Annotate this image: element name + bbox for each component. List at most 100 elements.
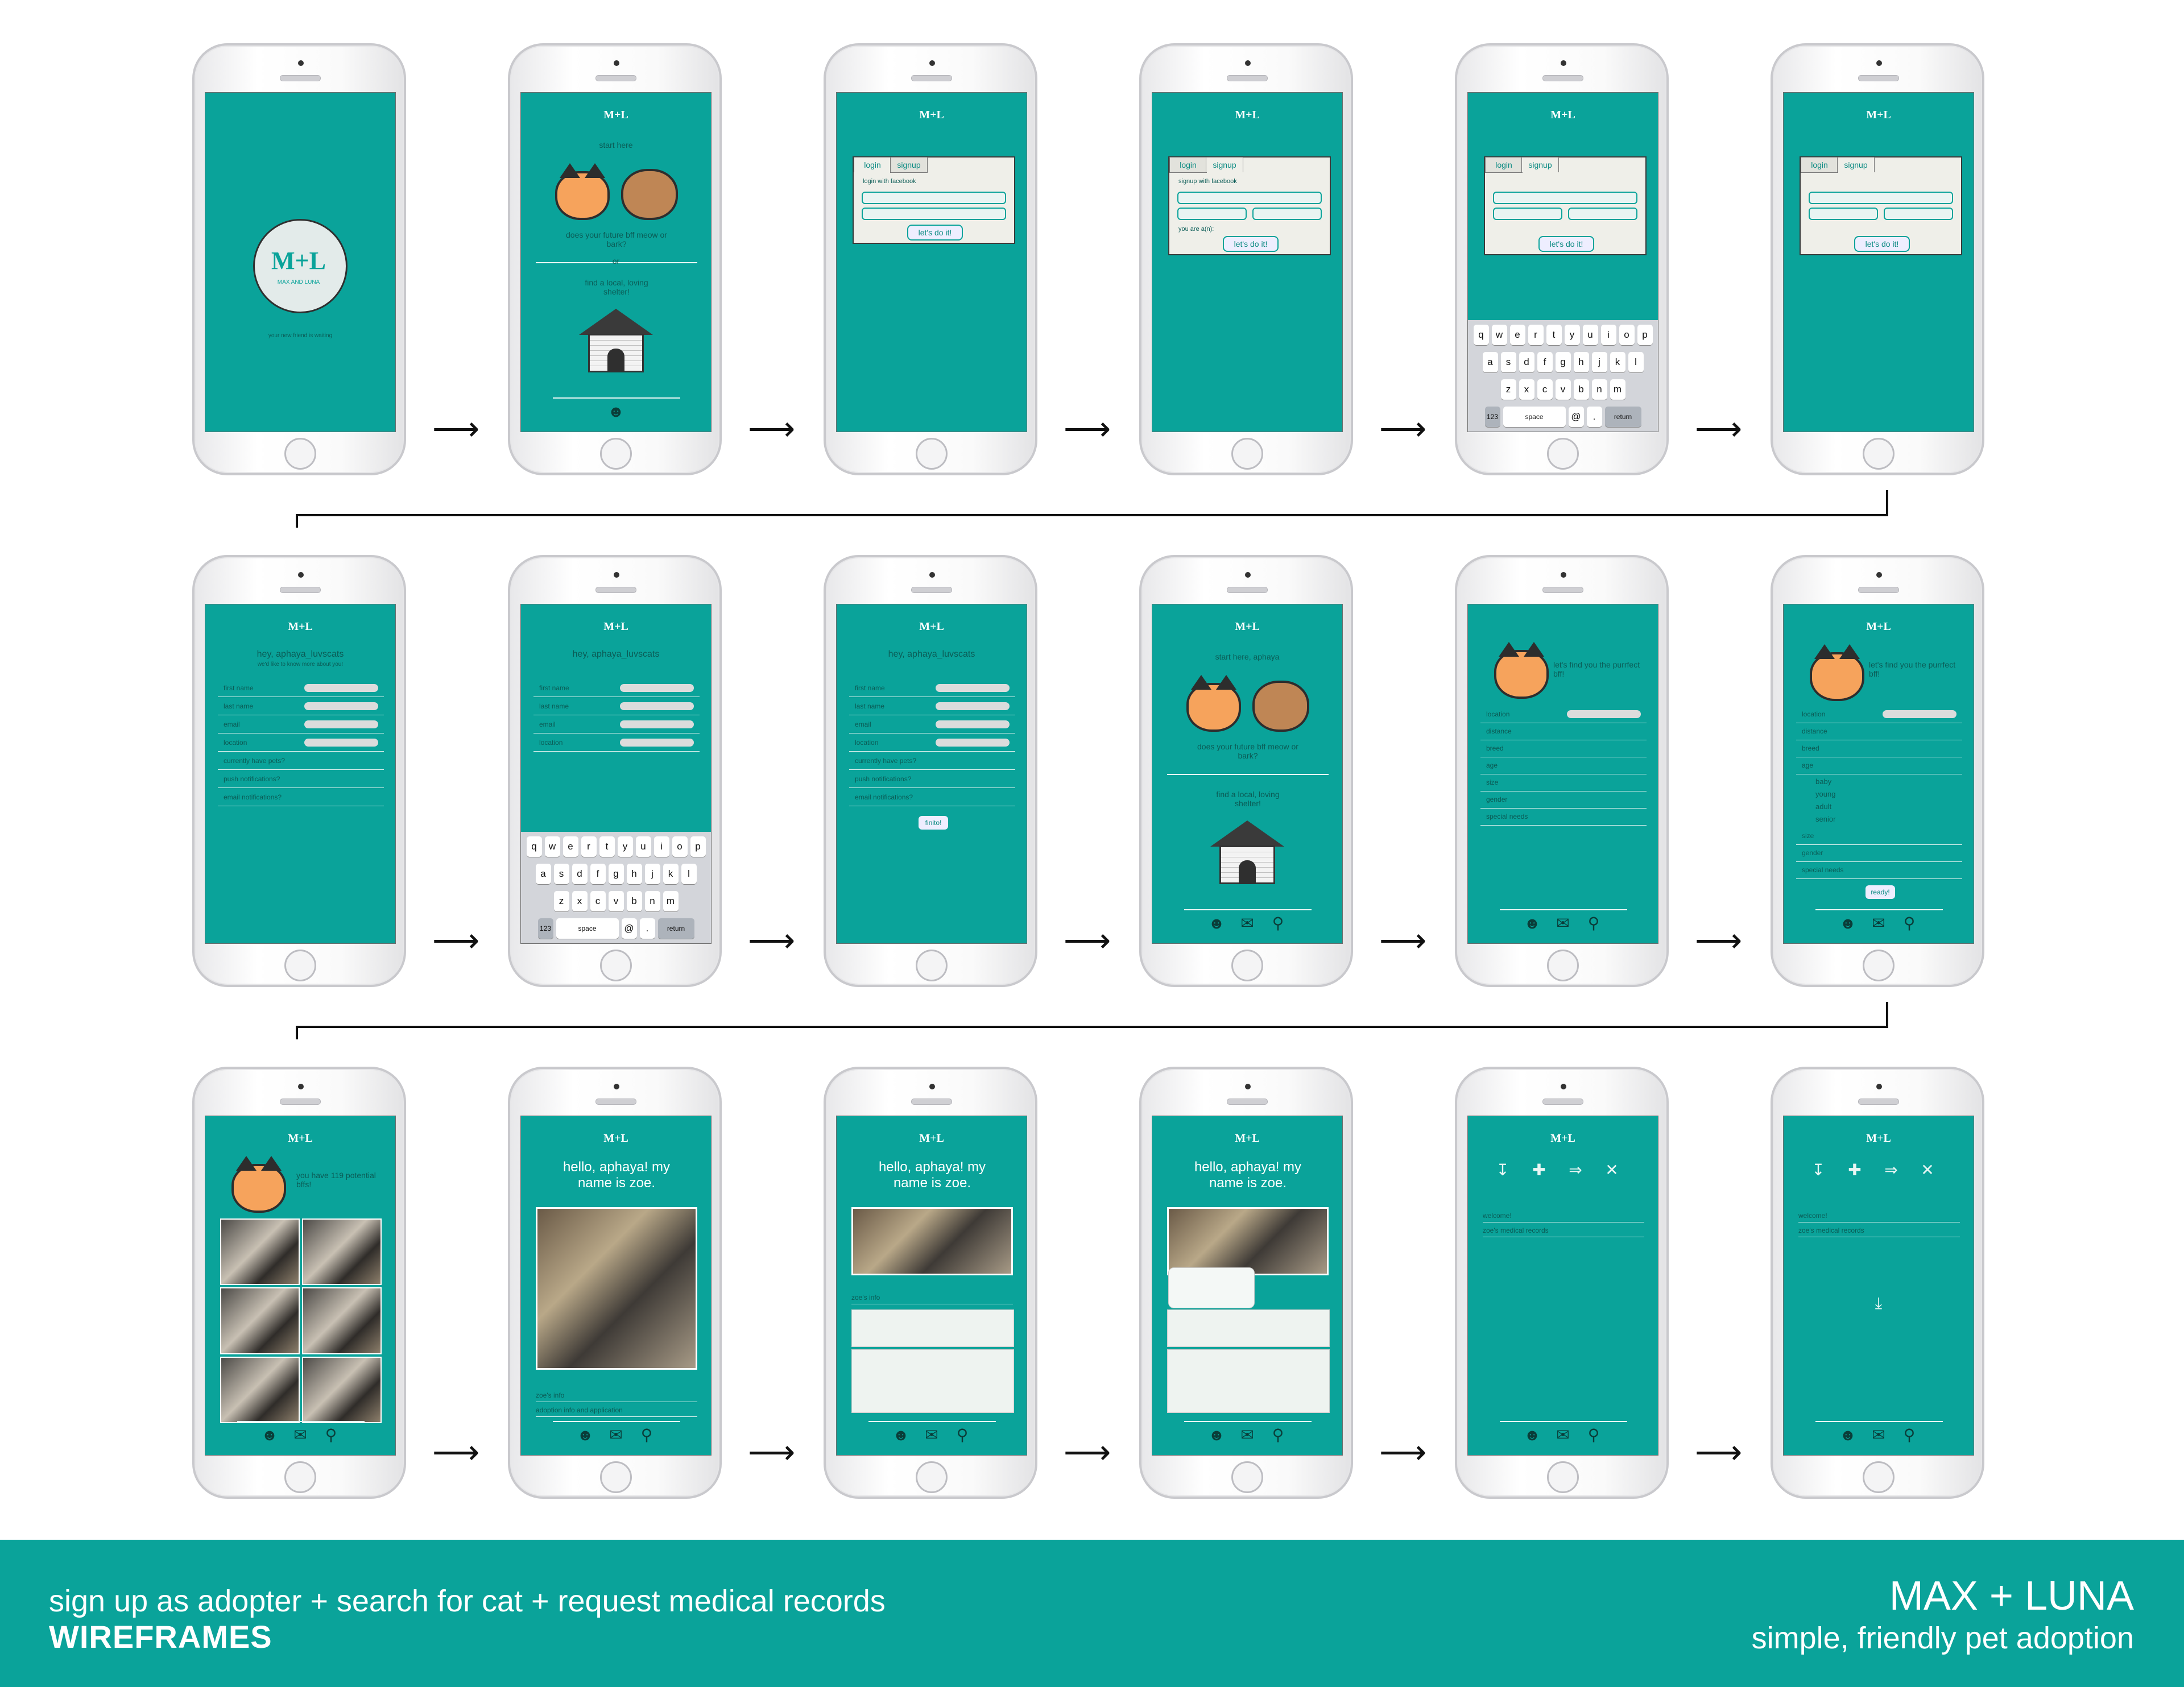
key[interactable]: j <box>1591 352 1607 372</box>
key[interactable]: h <box>1573 352 1589 372</box>
mail-icon[interactable]: ✉ <box>1553 1427 1573 1444</box>
profile-icon[interactable]: ☻ <box>1838 915 1858 932</box>
key[interactable]: y <box>617 836 633 857</box>
pet-photo[interactable] <box>536 1207 697 1370</box>
key[interactable]: m <box>663 891 679 911</box>
home-button[interactable] <box>916 1461 948 1493</box>
key[interactable]: y <box>1564 325 1580 345</box>
key[interactable]: x <box>1519 379 1534 400</box>
key[interactable]: f <box>1537 352 1553 372</box>
mail-icon[interactable]: ✉ <box>922 1427 941 1444</box>
mail-icon[interactable]: ✉ <box>1553 915 1573 932</box>
key[interactable]: f <box>590 864 606 884</box>
tab-login[interactable]: login <box>854 157 891 172</box>
tab-signup[interactable]: signup <box>1521 157 1559 172</box>
field-email[interactable]: email <box>849 717 1015 733</box>
home-button[interactable] <box>1863 950 1895 981</box>
key[interactable]: m <box>1610 379 1625 400</box>
field-location[interactable]: location <box>849 735 1015 752</box>
password-field[interactable] <box>1809 208 1878 220</box>
search-icon[interactable]: ⚲ <box>953 1427 972 1444</box>
key[interactable]: n <box>644 891 660 911</box>
field-last-name[interactable]: last name <box>849 699 1015 715</box>
inbox-item-medical[interactable]: zoe's medical records <box>1483 1224 1644 1237</box>
key[interactable]: v <box>1555 379 1571 400</box>
home-button[interactable] <box>916 950 948 981</box>
inbox-icon[interactable]: ↧ <box>1809 1162 1828 1179</box>
key-at[interactable]: @ <box>621 918 637 939</box>
key[interactable]: d <box>572 864 588 884</box>
key[interactable]: i <box>1600 325 1616 345</box>
key[interactable]: s <box>553 864 569 884</box>
key-dot[interactable]: . <box>1586 407 1602 427</box>
key[interactable]: q <box>526 836 542 857</box>
field-last-name[interactable]: last name <box>218 699 384 715</box>
age-young[interactable]: young <box>1815 790 1835 798</box>
search-icon[interactable]: ⚲ <box>1584 915 1603 932</box>
home-button[interactable] <box>1547 950 1579 981</box>
search-icon[interactable]: ⚲ <box>1268 915 1288 932</box>
username-field[interactable] <box>1493 192 1637 204</box>
key-return[interactable]: return <box>1604 407 1641 427</box>
home-button[interactable] <box>600 438 632 470</box>
lets-do-it-button[interactable]: let's do it! <box>907 225 963 241</box>
key[interactable]: h <box>626 864 642 884</box>
finish-button[interactable]: finito! <box>917 815 949 831</box>
cat-photo[interactable] <box>302 1218 382 1286</box>
key-return[interactable]: return <box>657 918 694 939</box>
search-icon[interactable]: ⚲ <box>1900 915 1919 932</box>
cat-face-icon[interactable] <box>555 163 610 220</box>
key[interactable]: j <box>644 864 660 884</box>
key[interactable]: l <box>1628 352 1644 372</box>
filter-breed[interactable]: breed <box>1480 741 1647 757</box>
filter-gender[interactable]: gender <box>1480 792 1647 809</box>
username-field[interactable] <box>1809 192 1953 204</box>
home-button[interactable] <box>1231 1461 1263 1493</box>
key[interactable]: w <box>544 836 560 857</box>
key[interactable]: s <box>1500 352 1516 372</box>
field-push[interactable]: push notifications? <box>218 772 384 788</box>
key[interactable]: x <box>572 891 588 911</box>
key[interactable]: b <box>626 891 642 911</box>
search-icon[interactable]: ⚲ <box>637 1427 656 1444</box>
home-button[interactable] <box>284 950 316 981</box>
tab-login[interactable]: login <box>1169 157 1207 173</box>
dog-face-icon[interactable] <box>1252 681 1309 732</box>
age-adult[interactable]: adult <box>1815 802 1831 811</box>
key[interactable]: z <box>1500 379 1516 400</box>
tab-signup[interactable]: signup <box>1837 157 1875 172</box>
mail-icon[interactable]: ✉ <box>1869 915 1888 932</box>
key[interactable]: a <box>1482 352 1498 372</box>
cat-photo[interactable] <box>220 1218 300 1286</box>
key[interactable]: r <box>581 836 597 857</box>
home-button[interactable] <box>600 950 632 981</box>
field-first-name[interactable]: first name <box>849 681 1015 697</box>
key[interactable]: e <box>562 836 578 857</box>
key[interactable]: c <box>1537 379 1553 400</box>
filter-special-needs[interactable]: special needs <box>1796 863 1962 879</box>
tab-signup[interactable]: signup <box>890 157 928 173</box>
age-senior[interactable]: senior <box>1815 815 1835 823</box>
home-button[interactable] <box>916 438 948 470</box>
ready-button[interactable]: ready! <box>1864 884 1896 900</box>
field-first-name[interactable]: first name <box>218 681 384 697</box>
profile-icon[interactable]: ☻ <box>576 1427 595 1444</box>
key-space[interactable]: space <box>556 918 619 939</box>
key[interactable]: o <box>672 836 688 857</box>
cat-face-icon[interactable] <box>1186 675 1241 732</box>
home-button[interactable] <box>1231 438 1263 470</box>
home-button[interactable] <box>284 438 316 470</box>
adoption-info-row[interactable]: adoption info and application <box>536 1404 697 1417</box>
key-numbers[interactable]: 123 <box>537 918 553 939</box>
key[interactable]: a <box>535 864 551 884</box>
cat-photo[interactable] <box>220 1287 300 1354</box>
filter-breed[interactable]: breed <box>1796 741 1962 757</box>
profile-icon[interactable]: ☻ <box>1523 915 1542 932</box>
confirm-password-field[interactable] <box>1884 208 1953 220</box>
filter-gender[interactable]: gender <box>1796 845 1962 862</box>
search-icon[interactable]: ⚲ <box>1584 1427 1603 1444</box>
zoe-info-row[interactable]: zoe's info <box>536 1389 697 1402</box>
mail-icon[interactable]: ✉ <box>291 1427 310 1444</box>
field-email[interactable]: email <box>533 717 700 733</box>
key[interactable]: c <box>590 891 606 911</box>
